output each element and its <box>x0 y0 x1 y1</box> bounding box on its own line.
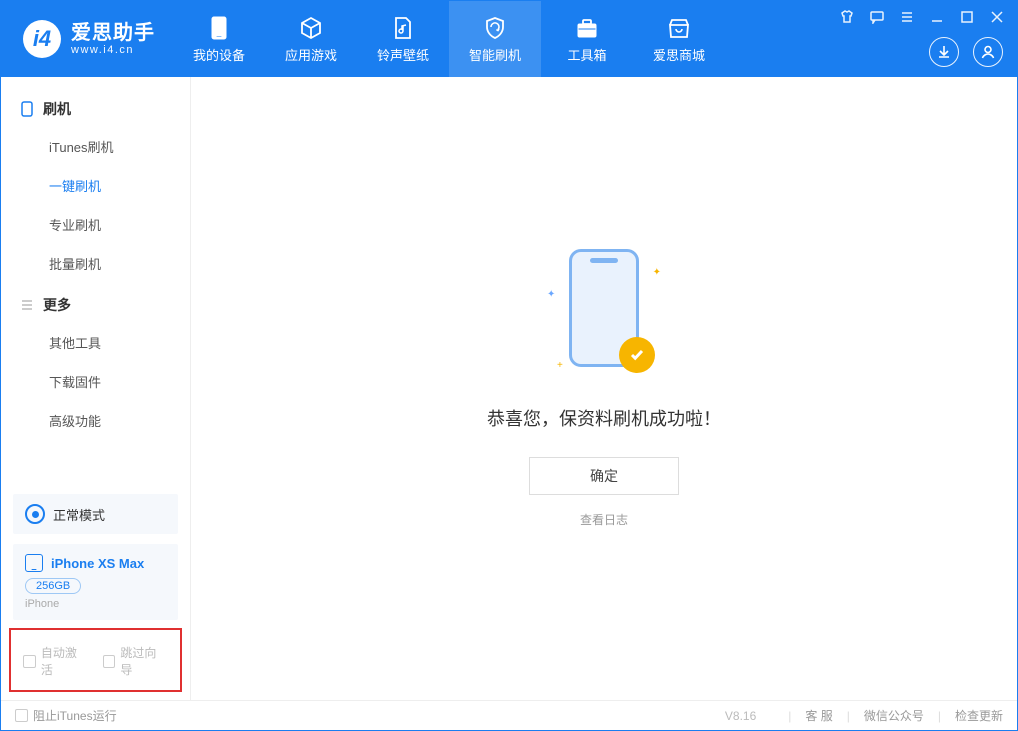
checkbox-label: 跳过向导 <box>120 644 168 678</box>
main-content: ✦ ✦ + 恭喜您，保资料刷机成功啦！ 确定 查看日志 <box>191 77 1017 700</box>
nav-smart-flash[interactable]: 智能刷机 <box>449 1 541 77</box>
toolbox-icon <box>574 15 600 41</box>
sidebar-item-download-firmware[interactable]: 下载固件 <box>1 362 190 401</box>
device-storage: 256GB <box>25 578 81 594</box>
mode-indicator-icon <box>25 504 45 524</box>
checkbox-box-icon <box>103 655 116 668</box>
separator: | <box>847 709 850 723</box>
logo-area: i4 爱思助手 www.i4.cn <box>1 1 173 77</box>
nav-label: 智能刷机 <box>469 45 521 64</box>
phone-icon <box>25 554 43 572</box>
sparkle-icon: ✦ <box>653 267 661 278</box>
sidebar-item-other-tools[interactable]: 其他工具 <box>1 323 190 362</box>
checkbox-label: 自动激活 <box>41 644 89 678</box>
logo-text: 爱思助手 www.i4.cn <box>71 22 155 56</box>
skin-icon[interactable] <box>837 7 857 27</box>
checkmark-badge-icon <box>619 337 655 373</box>
device-icon <box>206 15 232 41</box>
group-title: 更多 <box>43 295 71 315</box>
sidebar-group-more: 更多 <box>1 283 190 323</box>
checkbox-label: 阻止iTunes运行 <box>33 707 117 724</box>
sidebar-bottom: 正常模式 iPhone XS Max 256GB iPhone <box>1 486 190 628</box>
version-label: V8.16 <box>725 709 756 723</box>
device-name: iPhone XS Max <box>51 556 144 571</box>
footer-link-update[interactable]: 检查更新 <box>955 707 1003 724</box>
app-title: 爱思助手 <box>71 22 155 44</box>
separator: | <box>938 709 941 723</box>
sidebar-item-itunes-flash[interactable]: iTunes刷机 <box>1 127 190 166</box>
menu-icon[interactable] <box>897 7 917 27</box>
sparkle-icon: + <box>557 360 563 371</box>
list-icon <box>19 297 35 313</box>
success-message: 恭喜您，保资料刷机成功啦！ <box>487 405 721 431</box>
footer-link-wechat[interactable]: 微信公众号 <box>864 707 924 724</box>
app-header: i4 爱思助手 www.i4.cn 我的设备 应用游戏 铃声壁纸 智能刷机 工具… <box>1 1 1017 77</box>
minimize-icon[interactable] <box>927 7 947 27</box>
checkbox-box-icon <box>15 709 28 722</box>
nav-store[interactable]: 爱思商城 <box>633 1 725 77</box>
sidebar: 刷机 iTunes刷机 一键刷机 专业刷机 批量刷机 更多 其他工具 下载固件 … <box>1 77 191 700</box>
maximize-icon[interactable] <box>957 7 977 27</box>
nav-label: 我的设备 <box>193 45 245 64</box>
nav-apps-games[interactable]: 应用游戏 <box>265 1 357 77</box>
close-icon[interactable] <box>987 7 1007 27</box>
ok-button[interactable]: 确定 <box>529 457 679 495</box>
separator: | <box>788 709 791 723</box>
nav-toolbox[interactable]: 工具箱 <box>541 1 633 77</box>
sidebar-item-advanced[interactable]: 高级功能 <box>1 401 190 440</box>
view-log-link[interactable]: 查看日志 <box>580 511 628 528</box>
nav-label: 爱思商城 <box>653 45 705 64</box>
footer-link-service[interactable]: 客 服 <box>805 707 832 724</box>
refresh-shield-icon <box>482 15 508 41</box>
nav-label: 铃声壁纸 <box>377 45 429 64</box>
device-info-box[interactable]: iPhone XS Max 256GB iPhone <box>13 544 178 620</box>
checkbox-box-icon <box>23 655 36 668</box>
phone-outline-icon <box>19 101 35 117</box>
footer-bar: 阻止iTunes运行 V8.16 | 客 服 | 微信公众号 | 检查更新 <box>1 700 1017 730</box>
flash-options-row: 自动激活 跳过向导 <box>9 628 182 692</box>
nav-label: 应用游戏 <box>285 45 337 64</box>
main-nav: 我的设备 应用游戏 铃声壁纸 智能刷机 工具箱 爱思商城 <box>173 1 725 77</box>
app-body: 刷机 iTunes刷机 一键刷机 专业刷机 批量刷机 更多 其他工具 下载固件 … <box>1 77 1017 700</box>
footer-links: | 客 服 | 微信公众号 | 检查更新 <box>774 707 1003 724</box>
header-right-actions <box>929 37 1003 67</box>
store-icon <box>666 15 692 41</box>
cube-icon <box>298 15 324 41</box>
device-mode-box[interactable]: 正常模式 <box>13 494 178 534</box>
nav-ringtones-wallpapers[interactable]: 铃声壁纸 <box>357 1 449 77</box>
mode-label: 正常模式 <box>53 505 105 524</box>
app-subtitle: www.i4.cn <box>71 44 155 56</box>
sidebar-item-oneclick-flash[interactable]: 一键刷机 <box>1 166 190 205</box>
device-name-row: iPhone XS Max <box>25 554 166 572</box>
checkbox-auto-activate[interactable]: 自动激活 <box>23 644 89 678</box>
sidebar-item-batch-flash[interactable]: 批量刷机 <box>1 244 190 283</box>
nav-my-device[interactable]: 我的设备 <box>173 1 265 77</box>
feedback-icon[interactable] <box>867 7 887 27</box>
titlebar-controls <box>837 7 1007 27</box>
sidebar-group-flash: 刷机 <box>1 87 190 127</box>
logo-icon: i4 <box>23 20 61 58</box>
device-type: iPhone <box>25 598 166 610</box>
nav-label: 工具箱 <box>567 45 606 64</box>
music-file-icon <box>390 15 416 41</box>
sparkle-icon: ✦ <box>547 289 555 300</box>
sidebar-scroll: 刷机 iTunes刷机 一键刷机 专业刷机 批量刷机 更多 其他工具 下载固件 … <box>1 77 190 486</box>
success-illustration: ✦ ✦ + <box>549 249 659 379</box>
group-title: 刷机 <box>43 99 71 119</box>
user-icon[interactable] <box>973 37 1003 67</box>
sidebar-item-pro-flash[interactable]: 专业刷机 <box>1 205 190 244</box>
checkbox-block-itunes[interactable]: 阻止iTunes运行 <box>15 707 117 724</box>
download-icon[interactable] <box>929 37 959 67</box>
checkbox-skip-guide[interactable]: 跳过向导 <box>103 644 169 678</box>
